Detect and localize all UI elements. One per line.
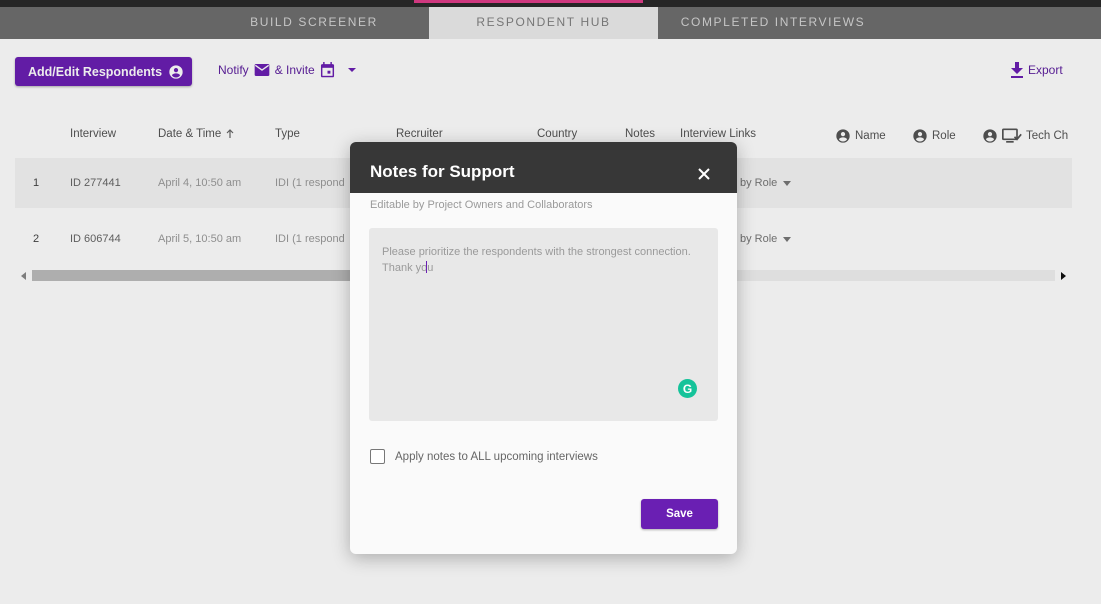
- apply-all-checkbox[interactable]: [370, 449, 385, 464]
- close-button[interactable]: [693, 163, 715, 185]
- notes-for-support-dialog: Notes for Support Editable by Project Ow…: [350, 142, 737, 554]
- save-button[interactable]: Save: [641, 499, 718, 529]
- apply-all-label: Apply notes to ALL upcoming interviews: [395, 450, 598, 463]
- close-icon: [698, 168, 710, 180]
- dialog-header: Notes for Support: [350, 142, 737, 193]
- dialog-title: Notes for Support: [370, 162, 515, 181]
- dialog-subtitle: Editable by Project Owners and Collabora…: [370, 199, 593, 211]
- notes-text-tail: u: [427, 262, 434, 274]
- notes-textarea[interactable]: Please prioritize the respondents with t…: [369, 228, 718, 421]
- grammarly-icon[interactable]: G: [678, 379, 697, 398]
- apply-all-option[interactable]: Apply notes to ALL upcoming interviews: [370, 449, 598, 464]
